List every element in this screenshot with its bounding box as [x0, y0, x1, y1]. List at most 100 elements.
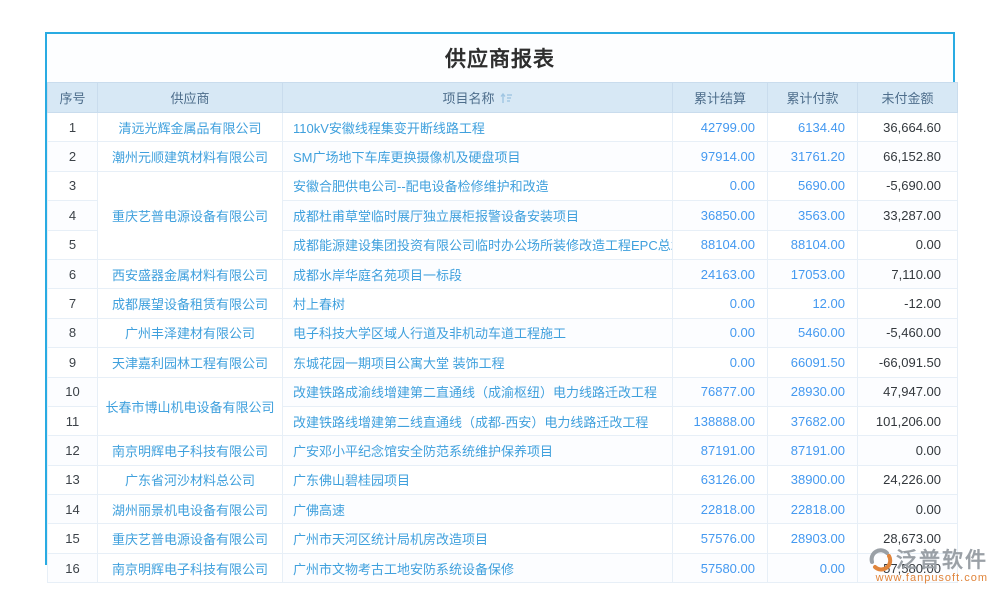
settled-amount-cell[interactable]: 57576.00 — [673, 524, 768, 553]
settled-amount-cell[interactable]: 0.00 — [673, 348, 768, 377]
header-paid: 累计付款 — [768, 83, 858, 113]
sort-ascending-icon[interactable] — [500, 92, 513, 104]
unpaid-amount-cell: 47,947.00 — [858, 377, 958, 406]
row-number-cell: 16 — [48, 553, 98, 582]
supplier-cell[interactable]: 广东省河沙材料总公司 — [98, 465, 283, 494]
unpaid-amount-cell: -66,091.50 — [858, 348, 958, 377]
project-name-cell[interactable]: 改建铁路成渝线增建第二直通线（成渝枢纽）电力线路迁改工程 — [283, 377, 673, 406]
settled-amount-cell[interactable]: 36850.00 — [673, 201, 768, 230]
settled-amount-cell[interactable]: 24163.00 — [673, 259, 768, 288]
supplier-cell[interactable]: 长春市博山机电设备有限公司 — [98, 377, 283, 436]
report-title: 供应商报表 — [47, 34, 953, 82]
row-number-cell: 10 — [48, 377, 98, 406]
row-number-cell: 5 — [48, 230, 98, 259]
paid-amount-cell[interactable]: 12.00 — [768, 289, 858, 318]
header-unpaid: 未付金额 — [858, 83, 958, 113]
table-row: 15重庆艺普电源设备有限公司广州市天河区统计局机房改造项目57576.00289… — [48, 524, 958, 553]
supplier-cell[interactable]: 清远光辉金属品有限公司 — [98, 113, 283, 142]
paid-amount-cell[interactable]: 3563.00 — [768, 201, 858, 230]
settled-amount-cell[interactable]: 57580.00 — [673, 553, 768, 582]
project-name-cell[interactable]: 安徽合肥供电公司--配电设备检修维护和改造 — [283, 171, 673, 200]
paid-amount-cell[interactable]: 5690.00 — [768, 171, 858, 200]
row-number-cell: 12 — [48, 436, 98, 465]
paid-amount-cell[interactable]: 17053.00 — [768, 259, 858, 288]
supplier-cell[interactable]: 天津嘉利园林工程有限公司 — [98, 348, 283, 377]
settled-amount-cell[interactable]: 76877.00 — [673, 377, 768, 406]
paid-amount-cell[interactable]: 88104.00 — [768, 230, 858, 259]
row-number-cell: 2 — [48, 142, 98, 171]
supplier-cell[interactable]: 西安盛器金属材料有限公司 — [98, 259, 283, 288]
unpaid-amount-cell: 101,206.00 — [858, 406, 958, 435]
unpaid-amount-cell: -12.00 — [858, 289, 958, 318]
supplier-cell[interactable]: 广州丰泽建材有限公司 — [98, 318, 283, 347]
project-name-cell[interactable]: 成都能源建设集团投资有限公司临时办公场所装修改造工程EPC总承包 — [283, 230, 673, 259]
row-number-cell: 9 — [48, 348, 98, 377]
table-row: 12南京明辉电子科技有限公司广安邓小平纪念馆安全防范系统维护保养项目87191.… — [48, 436, 958, 465]
report-table: 序号 供应商 项目名称 — [47, 82, 958, 583]
project-name-cell[interactable]: 广州市文物考古工地安防系统设备保修 — [283, 553, 673, 582]
project-name-cell[interactable]: 电子科技大学区域人行道及非机动车道工程施工 — [283, 318, 673, 347]
supplier-cell[interactable]: 重庆艺普电源设备有限公司 — [98, 524, 283, 553]
paid-amount-cell[interactable]: 28903.00 — [768, 524, 858, 553]
header-project[interactable]: 项目名称 — [283, 83, 673, 113]
settled-amount-cell[interactable]: 0.00 — [673, 171, 768, 200]
settled-amount-cell[interactable]: 97914.00 — [673, 142, 768, 171]
header-supplier: 供应商 — [98, 83, 283, 113]
project-name-cell[interactable]: 改建铁路线增建第二线直通线（成都-西安）电力线路迁改工程 — [283, 406, 673, 435]
header-seq: 序号 — [48, 83, 98, 113]
supplier-cell[interactable]: 潮州元顺建筑材料有限公司 — [98, 142, 283, 171]
paid-amount-cell[interactable]: 6134.40 — [768, 113, 858, 142]
supplier-cell[interactable]: 南京明辉电子科技有限公司 — [98, 436, 283, 465]
settled-amount-cell[interactable]: 42799.00 — [673, 113, 768, 142]
project-name-cell[interactable]: 东城花园一期项目公寓大堂 装饰工程 — [283, 348, 673, 377]
unpaid-amount-cell: 0.00 — [858, 495, 958, 524]
paid-amount-cell[interactable]: 87191.00 — [768, 436, 858, 465]
project-name-cell[interactable]: 村上春树 — [283, 289, 673, 318]
paid-amount-cell[interactable]: 5460.00 — [768, 318, 858, 347]
paid-amount-cell[interactable]: 0.00 — [768, 553, 858, 582]
paid-amount-cell[interactable]: 31761.20 — [768, 142, 858, 171]
row-number-cell: 15 — [48, 524, 98, 553]
supplier-cell[interactable]: 成都展望设备租赁有限公司 — [98, 289, 283, 318]
table-row: 9天津嘉利园林工程有限公司东城花园一期项目公寓大堂 装饰工程0.0066091.… — [48, 348, 958, 377]
project-name-cell[interactable]: 广安邓小平纪念馆安全防范系统维护保养项目 — [283, 436, 673, 465]
supplier-cell[interactable]: 重庆艺普电源设备有限公司 — [98, 171, 283, 259]
fanpu-brand-text: 泛普软件 — [896, 544, 988, 574]
project-name-cell[interactable]: 广东佛山碧桂园项目 — [283, 465, 673, 494]
table-row: 6西安盛器金属材料有限公司成都水岸华庭名苑项目一标段24163.0017053.… — [48, 259, 958, 288]
settled-amount-cell[interactable]: 0.00 — [673, 289, 768, 318]
table-row: 8广州丰泽建材有限公司电子科技大学区域人行道及非机动车道工程施工0.005460… — [48, 318, 958, 347]
row-number-cell: 4 — [48, 201, 98, 230]
unpaid-amount-cell: -5,460.00 — [858, 318, 958, 347]
settled-amount-cell[interactable]: 138888.00 — [673, 406, 768, 435]
settled-amount-cell[interactable]: 88104.00 — [673, 230, 768, 259]
row-number-cell: 8 — [48, 318, 98, 347]
project-name-cell[interactable]: SM广场地下车库更换摄像机及硬盘项目 — [283, 142, 673, 171]
settled-amount-cell[interactable]: 63126.00 — [673, 465, 768, 494]
paid-amount-cell[interactable]: 22818.00 — [768, 495, 858, 524]
settled-amount-cell[interactable]: 0.00 — [673, 318, 768, 347]
row-number-cell: 6 — [48, 259, 98, 288]
row-number-cell: 13 — [48, 465, 98, 494]
row-number-cell: 7 — [48, 289, 98, 318]
fanpu-logo-icon — [868, 547, 893, 572]
settled-amount-cell[interactable]: 87191.00 — [673, 436, 768, 465]
project-name-cell[interactable]: 成都杜甫草堂临时展厅独立展柜报警设备安装项目 — [283, 201, 673, 230]
paid-amount-cell[interactable]: 66091.50 — [768, 348, 858, 377]
project-name-cell[interactable]: 110kV安徽线程集变开断线路工程 — [283, 113, 673, 142]
project-name-cell[interactable]: 广佛高速 — [283, 495, 673, 524]
supplier-cell[interactable]: 南京明辉电子科技有限公司 — [98, 553, 283, 582]
report-table-body: 1清远光辉金属品有限公司110kV安徽线程集变开断线路工程42799.00613… — [48, 113, 958, 583]
table-row: 16南京明辉电子科技有限公司广州市文物考古工地安防系统设备保修57580.000… — [48, 553, 958, 582]
paid-amount-cell[interactable]: 38900.00 — [768, 465, 858, 494]
header-settled: 累计结算 — [673, 83, 768, 113]
project-name-cell[interactable]: 成都水岸华庭名苑项目一标段 — [283, 259, 673, 288]
project-name-cell[interactable]: 广州市天河区统计局机房改造项目 — [283, 524, 673, 553]
paid-amount-cell[interactable]: 28930.00 — [768, 377, 858, 406]
row-number-cell: 3 — [48, 171, 98, 200]
row-number-cell: 14 — [48, 495, 98, 524]
settled-amount-cell[interactable]: 22818.00 — [673, 495, 768, 524]
paid-amount-cell[interactable]: 37682.00 — [768, 406, 858, 435]
supplier-cell[interactable]: 湖州丽景机电设备有限公司 — [98, 495, 283, 524]
table-row: 1清远光辉金属品有限公司110kV安徽线程集变开断线路工程42799.00613… — [48, 113, 958, 142]
